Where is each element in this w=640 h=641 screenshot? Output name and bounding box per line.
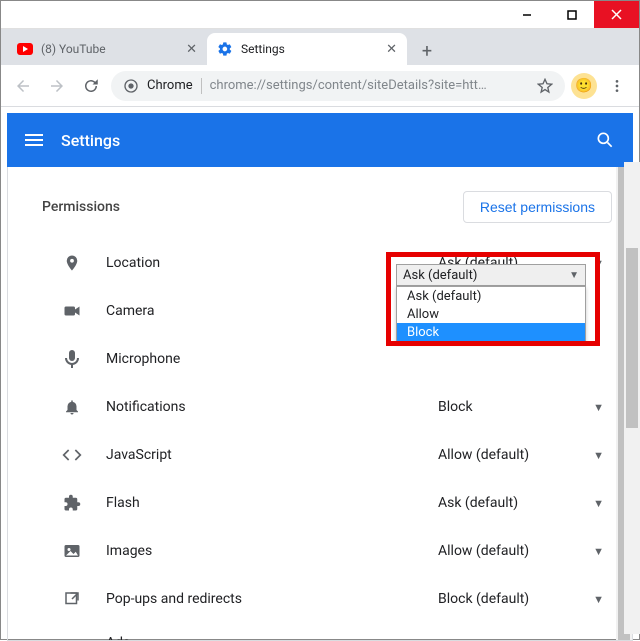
back-button[interactable] [9,72,37,100]
perm-row-microphone: Microphone ▼ [42,335,612,383]
browser-toolbar: Chrome chrome://settings/content/siteDet… [1,65,639,107]
perm-label: Pop-ups and redirects [106,591,432,607]
chevron-down-icon: ▼ [569,270,579,281]
dropdown-option-ask[interactable]: Ask (default) [397,287,585,305]
new-tab-button[interactable]: + [413,37,441,65]
extension-icon [58,494,86,512]
perm-picker-ads[interactable]: Block (default)▼ [432,635,612,640]
perm-row-ads: AdsBlock if site shows intrusive or misl… [42,623,612,640]
perm-label: Location [106,255,432,271]
perm-label: Microphone [106,351,432,367]
code-icon [58,448,86,462]
window-titlebar [1,1,639,29]
browser-menu-button[interactable] [603,72,631,100]
tab-youtube[interactable]: (8) YouTube ✕ [7,33,207,65]
perm-picker-javascript[interactable]: Allow (default)▼ [432,439,612,471]
tab-strip: (8) YouTube ✕ Settings ✕ + [1,29,639,65]
permissions-section: Permissions Reset permissions Location A… [8,167,632,640]
tab-title: Settings [241,42,378,56]
settings-appbar: Settings [7,113,633,167]
window-maximize-button[interactable] [549,1,594,28]
appbar-title: Settings [61,131,120,150]
perm-picker-camera[interactable]: Ask (default) ▼ [396,264,586,286]
star-icon[interactable] [537,78,553,94]
window-close-button[interactable] [594,1,639,28]
page-scrollbar[interactable] [624,162,640,634]
menu-icon[interactable] [25,134,43,146]
perm-picker-images[interactable]: Allow (default)▼ [432,535,612,567]
address-bar[interactable]: Chrome chrome://settings/content/siteDet… [111,71,565,101]
reset-permissions-button[interactable]: Reset permissions [463,191,612,223]
bell-icon [58,398,86,416]
perm-label: Images [106,543,432,559]
omnibox-divider [201,78,202,94]
chevron-down-icon: ▼ [593,401,604,414]
chevron-down-icon: ▼ [593,497,604,510]
chevron-down-icon: ▼ [593,257,604,270]
perm-row-popups: Pop-ups and redirects Block (default)▼ [42,575,612,623]
perm-picker-notifications[interactable]: Block▼ [432,391,612,423]
youtube-icon [17,41,33,57]
perm-row-notifications: Notifications Block▼ [42,383,612,431]
omnibox-site-chip: Chrome [147,78,193,93]
camera-icon [58,304,86,318]
chevron-down-icon: ▼ [593,449,604,462]
location-icon [58,254,86,272]
tab-settings[interactable]: Settings ✕ [207,33,407,65]
window-minimize-button[interactable] [504,1,549,28]
reload-button[interactable] [77,72,105,100]
perm-row-flash: Flash Ask (default)▼ [42,479,612,527]
microphone-icon [58,349,86,369]
perm-row-javascript: JavaScript Allow (default)▼ [42,431,612,479]
popup-icon [58,590,86,608]
perm-picker-flash[interactable]: Ask (default)▼ [432,487,612,519]
perm-label: JavaScript [106,447,432,463]
perm-picker-popups[interactable]: Block (default)▼ [432,583,612,615]
perm-row-images: Images Allow (default)▼ [42,527,612,575]
section-title: Permissions [42,199,120,215]
forward-button[interactable] [43,72,71,100]
perm-label: Notifications [106,399,432,415]
gear-icon [217,41,233,57]
tab-close-icon[interactable]: ✕ [186,42,197,57]
perm-label: Flash [106,495,432,511]
chevron-down-icon: ▼ [593,593,604,606]
dropdown-option-allow[interactable]: Allow [397,305,585,323]
tab-close-icon[interactable]: ✕ [386,42,397,57]
perm-label: AdsBlock if site shows intrusive or misl… [106,635,432,640]
site-info-icon[interactable] [123,78,139,94]
chevron-down-icon: ▼ [593,545,604,558]
profile-avatar[interactable]: 🙂 [571,73,597,99]
camera-dropdown-menu[interactable]: Ask (default) Allow Block [396,286,586,342]
search-icon[interactable] [595,130,615,150]
image-icon [58,543,86,559]
perm-label: Camera [106,303,432,319]
omnibox-url: chrome://settings/content/siteDetails?si… [210,78,529,93]
dropdown-option-block[interactable]: Block [397,323,585,341]
tab-title: (8) YouTube [41,42,178,56]
